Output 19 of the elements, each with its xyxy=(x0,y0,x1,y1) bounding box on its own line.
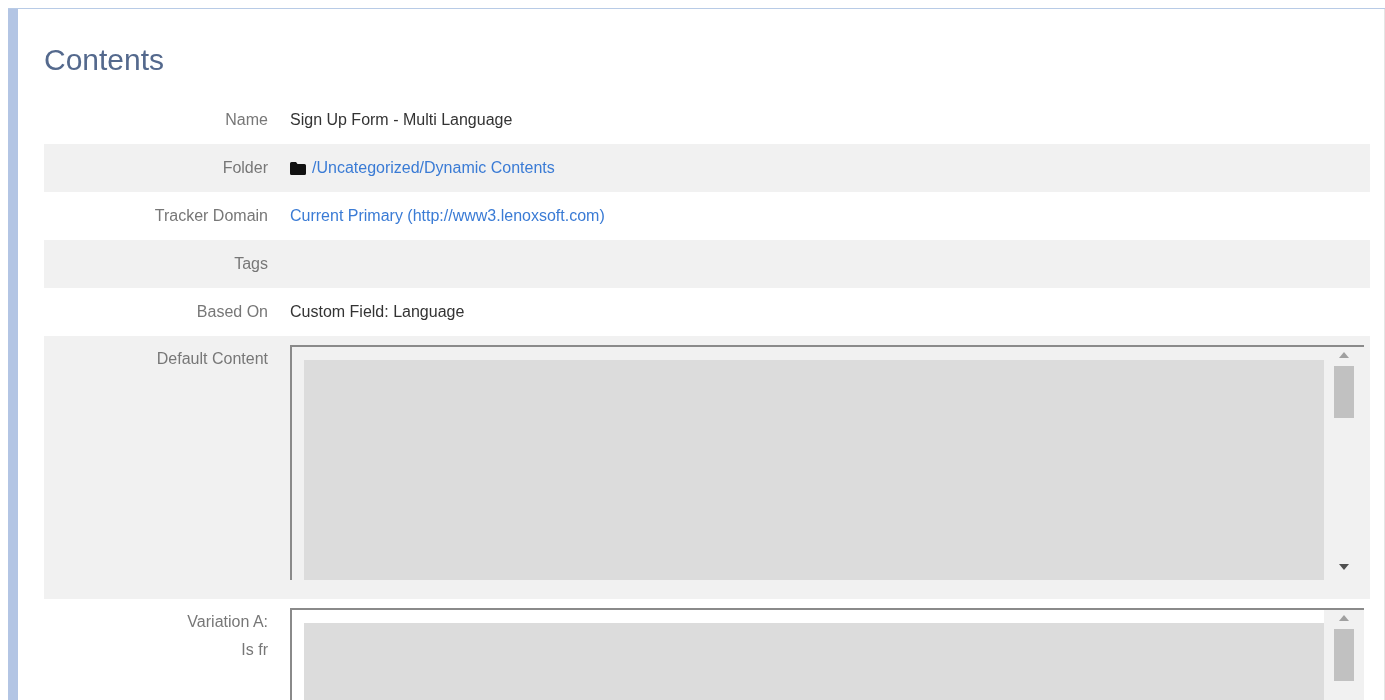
folder-icon xyxy=(290,161,306,175)
tracker-domain-link[interactable]: Current Primary (http://www3.lenoxsoft.com) xyxy=(290,204,605,228)
scroll-down-icon[interactable] xyxy=(1339,564,1349,570)
scrollbar-thumb[interactable] xyxy=(1334,366,1354,418)
folder-link[interactable]: /Uncategorized/Dynamic Contents xyxy=(312,156,555,180)
field-label: Tracker Domain xyxy=(154,207,268,224)
field-label: Is fr xyxy=(241,640,268,660)
field-value: Custom Field: Language xyxy=(290,302,465,322)
scroll-up-icon[interactable] xyxy=(1339,352,1349,358)
field-label: Folder xyxy=(222,159,268,176)
field-label: Default Content xyxy=(156,349,268,369)
field-value: Sign Up Form - Multi Language xyxy=(290,110,513,130)
field-label: Tags xyxy=(234,255,268,272)
field-label: Based On xyxy=(196,303,268,320)
scroll-up-icon[interactable] xyxy=(1339,615,1349,621)
field-label: Name xyxy=(225,111,268,128)
scrollbar-thumb[interactable] xyxy=(1334,629,1354,681)
section-title: Contents xyxy=(44,42,166,78)
field-label: Variation A: xyxy=(187,612,268,632)
